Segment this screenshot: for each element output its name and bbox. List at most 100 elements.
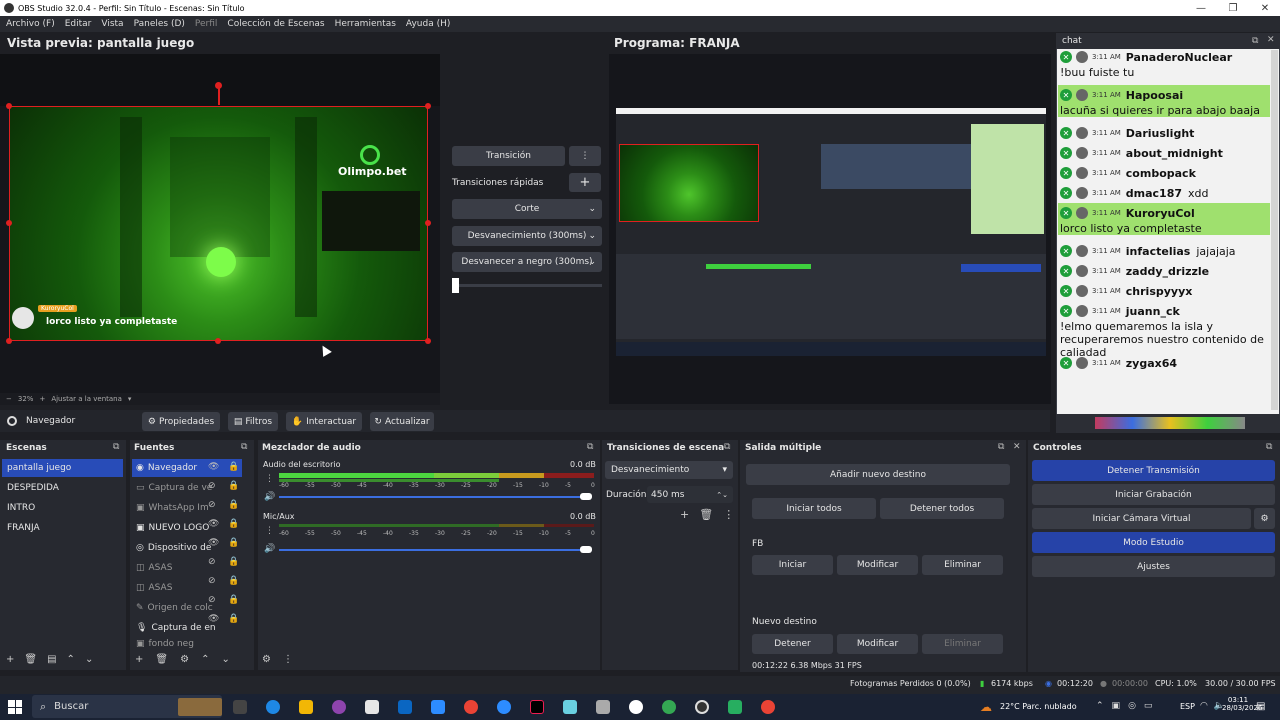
eye-off-icon[interactable]: ⊘ <box>208 595 219 605</box>
lock-icon[interactable]: 🔒 <box>228 557 239 567</box>
lock-icon[interactable]: 🔒 <box>228 595 239 605</box>
destination-modify-button[interactable]: Modificar <box>837 634 918 654</box>
menu-ayuda[interactable]: Ayuda (H) <box>406 19 450 29</box>
chat-username[interactable]: Dariuslight <box>1126 127 1195 140</box>
undock-icon[interactable]: ⧉ <box>113 442 119 452</box>
chat-scrollbar[interactable] <box>1271 50 1278 410</box>
chat-username[interactable]: about_midnight <box>1126 147 1223 160</box>
trash-icon[interactable]: 🗑 <box>699 508 713 521</box>
source-item[interactable]: 🎙 Captura de en <box>132 619 216 637</box>
menu-vista[interactable]: Vista <box>101 19 123 29</box>
eye-icon[interactable]: 👁 <box>208 519 219 529</box>
cut-transition-button[interactable]: Corte ⌄ <box>452 199 602 219</box>
tbar-slider[interactable] <box>452 284 602 287</box>
clock[interactable]: 03:11 28/03/2026 <box>1222 696 1262 712</box>
ban-icon[interactable]: ✕ <box>1060 147 1072 159</box>
ban-icon[interactable]: ✕ <box>1060 127 1072 139</box>
duration-input[interactable]: 450 ms ⌃⌄ <box>647 486 733 503</box>
volume-slider-handle[interactable] <box>580 546 592 553</box>
eye-icon[interactable]: 👁 <box>208 614 219 624</box>
app-icon[interactable] <box>563 700 577 714</box>
app-icon[interactable] <box>596 700 610 714</box>
task-view-icon[interactable] <box>233 700 247 714</box>
obs-icon[interactable] <box>695 700 709 714</box>
apps-icon[interactable] <box>431 700 445 714</box>
chat-username[interactable]: dmac187 <box>1126 187 1182 200</box>
menu-editar[interactable]: Editar <box>65 19 92 29</box>
menu-herramientas[interactable]: Herramientas <box>335 19 396 29</box>
lock-icon[interactable]: 🔒 <box>228 462 239 472</box>
taskbar-search[interactable]: ⌕ Buscar <box>32 695 222 718</box>
trash-icon[interactable]: 🗑 <box>155 654 168 665</box>
chat-username[interactable]: Hapoosai <box>1126 89 1183 102</box>
lock-icon[interactable]: 🔒 <box>228 500 239 510</box>
ban-icon[interactable]: ✕ <box>1060 167 1072 179</box>
chrome-icon[interactable] <box>761 700 775 714</box>
ban-icon[interactable]: ✕ <box>1060 305 1072 317</box>
lock-icon[interactable]: 🔒 <box>228 519 239 529</box>
more-options-icon[interactable]: ⋮ <box>265 526 274 536</box>
settings-button[interactable]: Ajustes <box>1032 556 1275 577</box>
more-options-icon[interactable]: ⋮ <box>283 654 293 665</box>
resize-handle[interactable] <box>6 103 12 109</box>
ban-icon[interactable]: ✕ <box>1060 285 1072 297</box>
resize-handle[interactable] <box>425 220 431 226</box>
scene-item[interactable]: INTRO <box>2 499 35 517</box>
chrome-icon[interactable] <box>464 700 478 714</box>
properties-button[interactable]: ⚙ Propiedades <box>142 412 220 431</box>
fade-transition-button[interactable]: Desvanecimiento (300ms) ⌄ <box>452 226 602 246</box>
app-tray-icon[interactable]: ▣ <box>1112 701 1121 711</box>
zoom-out-icon[interactable]: − <box>6 395 12 403</box>
chevron-down-icon[interactable]: ▾ <box>128 395 132 403</box>
chat-username[interactable]: PanaderoNuclear <box>1126 51 1232 64</box>
tbar-handle[interactable] <box>452 278 459 293</box>
add-icon[interactable]: + <box>135 654 143 665</box>
zoom-in-icon[interactable]: + <box>39 395 45 403</box>
eye-off-icon[interactable]: ⊘ <box>208 576 219 586</box>
volume-slider-handle[interactable] <box>580 493 592 500</box>
chevron-down-icon[interactable]: ⌄ <box>85 654 93 665</box>
close-icon[interactable]: ✕ <box>1013 442 1021 452</box>
ban-icon[interactable]: ✕ <box>1060 207 1072 219</box>
volume-slider[interactable] <box>279 496 589 498</box>
source-item[interactable]: ▣ fondo neg <box>132 639 194 649</box>
studio-mode-button[interactable]: Modo Estudio <box>1032 532 1275 553</box>
language[interactable]: ESP <box>1180 702 1195 711</box>
notifications-icon[interactable]: ▤ <box>1256 701 1265 712</box>
wifi-icon[interactable]: ◠ <box>1200 701 1208 711</box>
tiktok-icon[interactable] <box>530 700 544 714</box>
store-icon[interactable] <box>365 700 379 714</box>
undock-icon[interactable]: ⧉ <box>1266 442 1272 452</box>
chat-username[interactable]: combopack <box>1126 167 1196 180</box>
ban-icon[interactable]: ✕ <box>1060 265 1072 277</box>
source-item[interactable]: ◫ ASAS <box>132 579 172 597</box>
gear-icon[interactable]: ⚙ <box>1254 508 1275 529</box>
resize-handle[interactable] <box>215 338 221 344</box>
scene-item[interactable]: DESPEDIDA <box>2 479 59 497</box>
ban-icon[interactable]: ✕ <box>1060 51 1072 63</box>
resize-handle[interactable] <box>425 338 431 344</box>
speaker-icon[interactable]: 🔊 <box>264 492 275 502</box>
resize-handle[interactable] <box>6 220 12 226</box>
zoom-icon[interactable] <box>497 700 511 714</box>
app-icon[interactable] <box>629 700 643 714</box>
eye-off-icon[interactable]: ⊘ <box>208 500 219 510</box>
weather-text[interactable]: 22°C Parc. nublado <box>1000 702 1077 711</box>
preview-scene-image[interactable]: Olimpo.bet KuroryuCol lorco listo ya com… <box>9 106 428 341</box>
ban-icon[interactable]: ✕ <box>1060 245 1072 257</box>
transition-select[interactable]: Desvanecimiento ▾ <box>605 461 733 479</box>
chat-username[interactable]: zygax64 <box>1126 357 1177 370</box>
emote-icons[interactable] <box>1095 417 1245 429</box>
ban-icon[interactable]: ✕ <box>1060 89 1072 101</box>
fade-black-transition-button[interactable]: Desvanecer a negro (300ms) ⌄ <box>452 252 602 272</box>
destination-modify-button[interactable]: Modificar <box>837 555 918 575</box>
speaker-icon[interactable]: 🔊 <box>264 544 275 554</box>
file-explorer-icon[interactable] <box>299 700 313 714</box>
start-all-button[interactable]: Iniciar todos <box>752 498 876 519</box>
maximize-icon[interactable]: ❐ <box>1217 0 1249 16</box>
outlook-icon[interactable] <box>398 700 412 714</box>
eye-off-icon[interactable]: ⊘ <box>208 557 219 567</box>
source-item[interactable]: ✎ Origen de colc <box>132 599 213 617</box>
menu-archivo[interactable]: Archivo (F) <box>6 19 55 29</box>
app-icon[interactable] <box>728 700 742 714</box>
